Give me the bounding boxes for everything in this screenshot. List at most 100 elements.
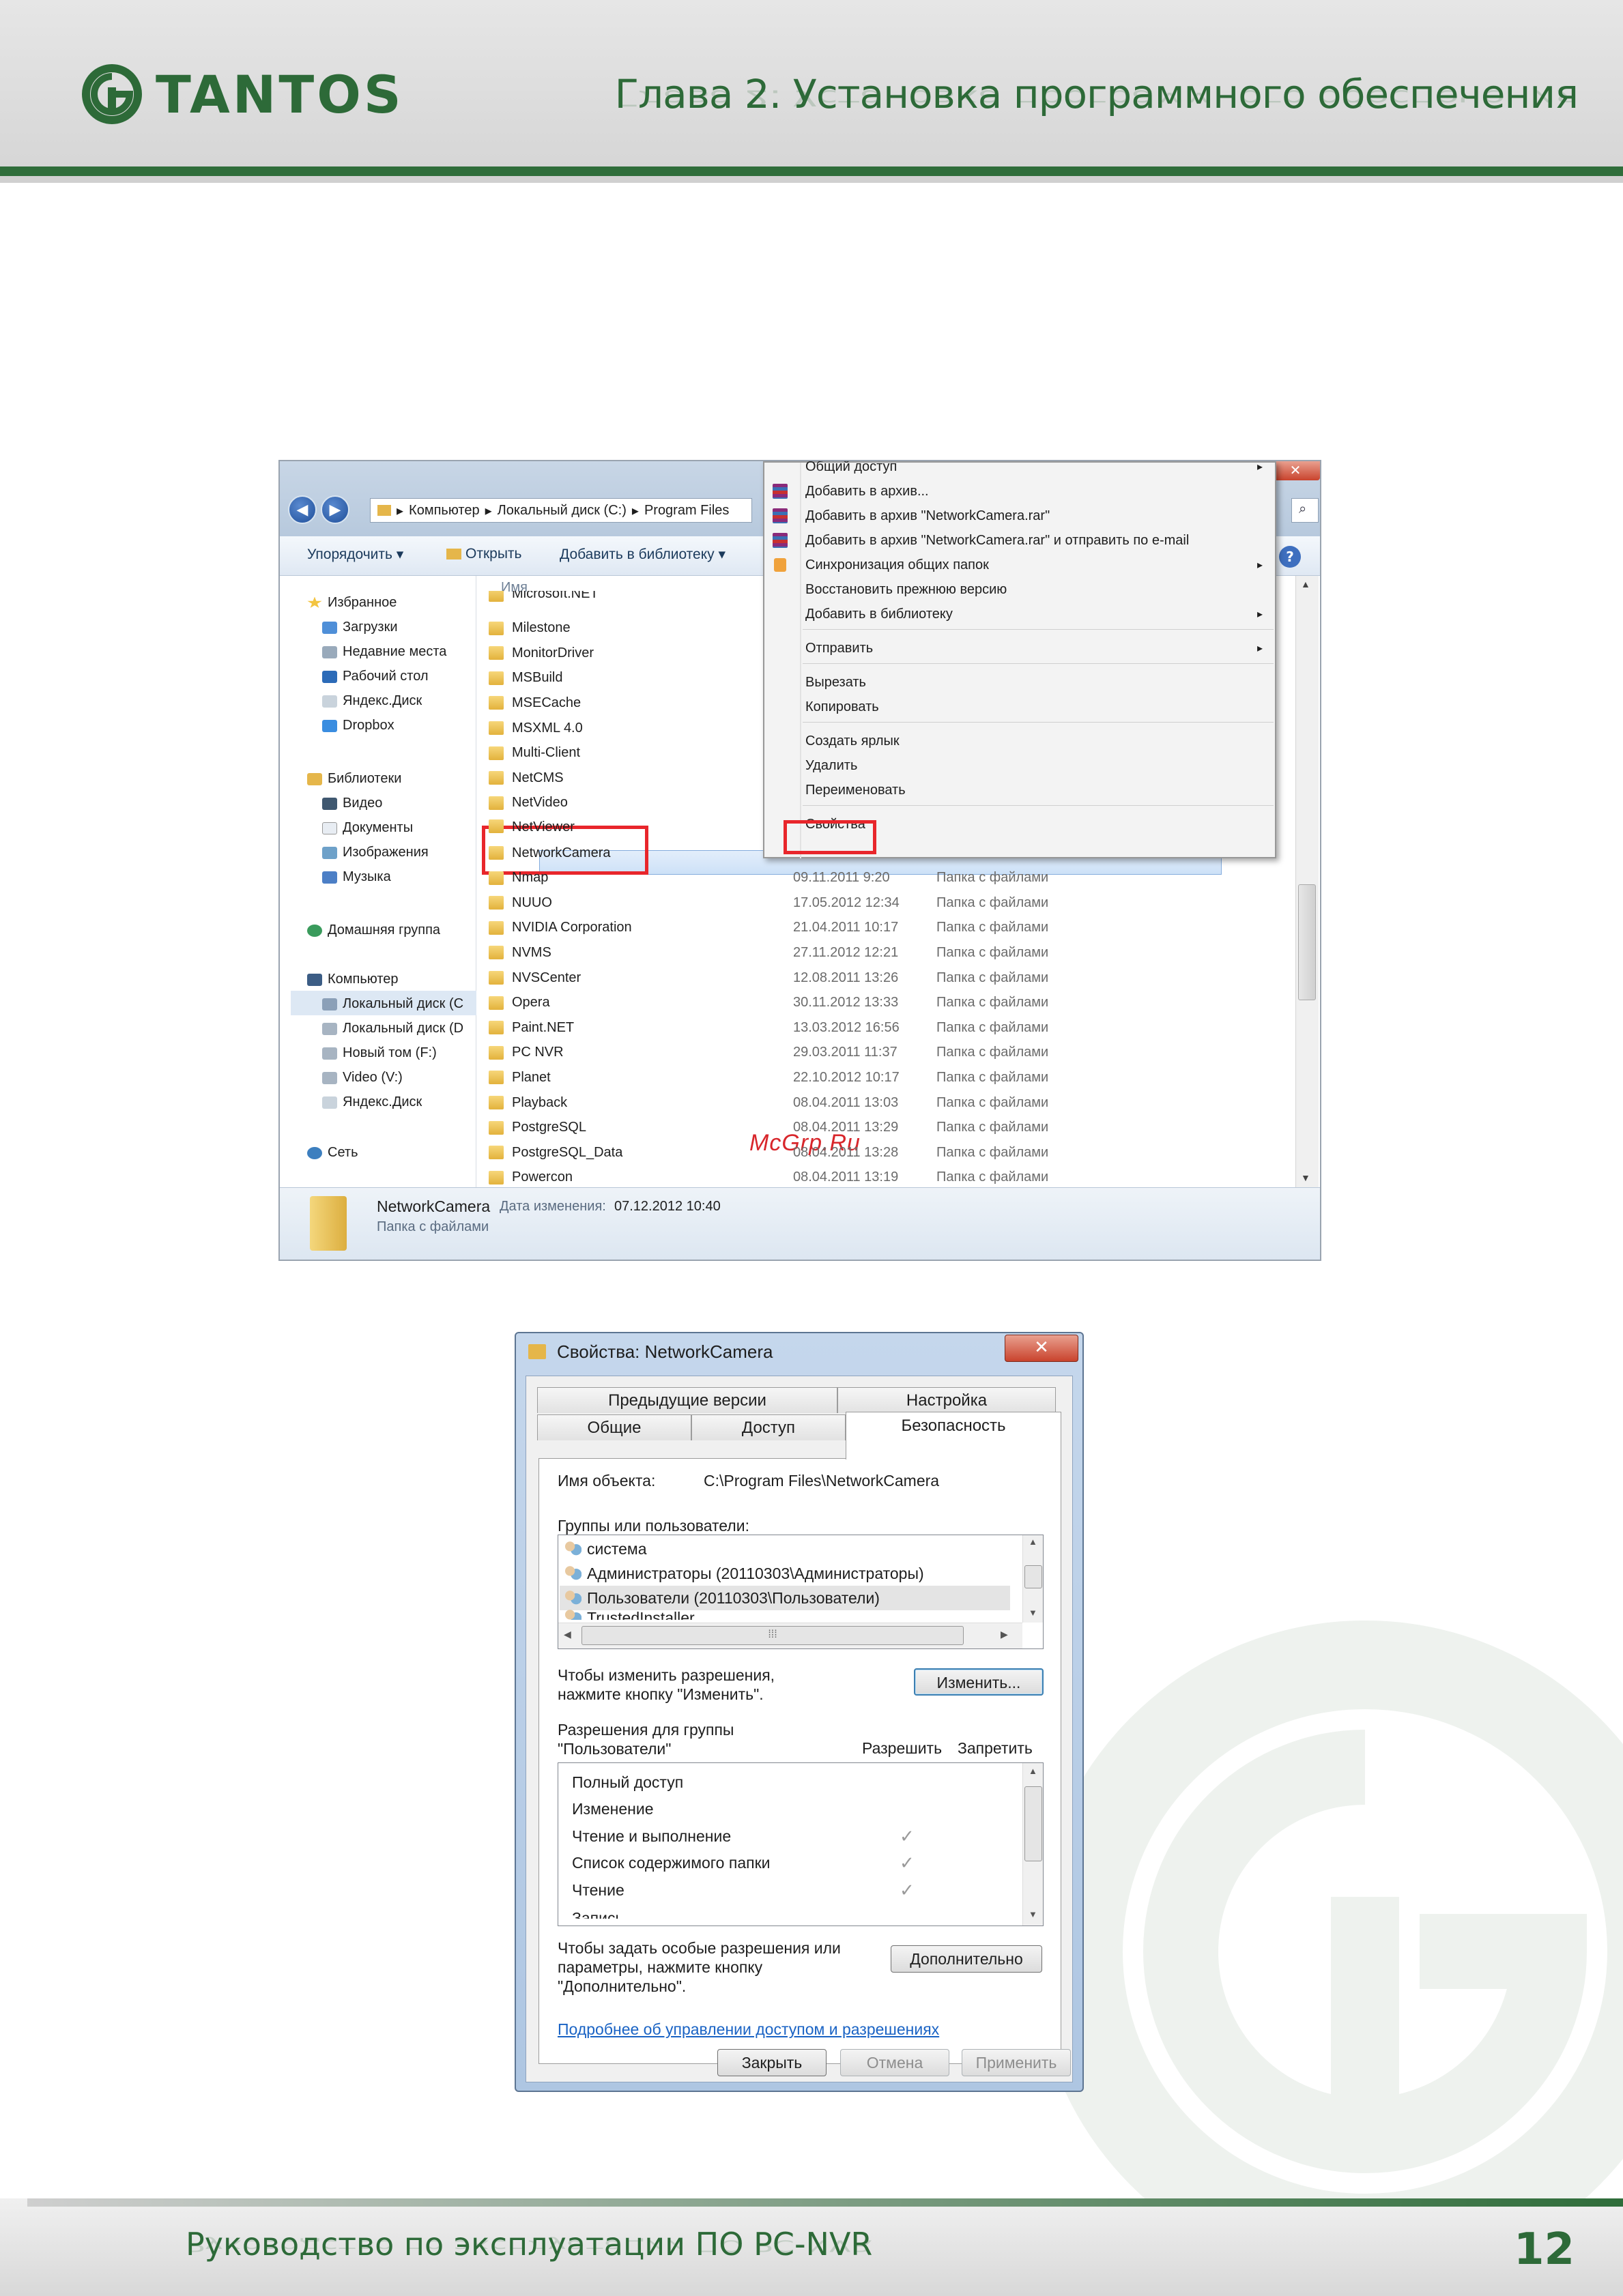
file-row[interactable]: Microsoft.NET — [489, 591, 1239, 602]
address-bar[interactable]: ▸ Компьютер ▸ Локальный диск (C:) ▸ Prog… — [370, 498, 752, 523]
allow-check-icon[interactable]: ✓ — [900, 1852, 915, 1874]
nav-disk-v[interactable]: Video (V:) — [322, 1070, 403, 1086]
tab-security[interactable]: Безопасность — [846, 1412, 1061, 1459]
file-row[interactable]: NVSCenter 12.08.2011 13:26 Папка с файлами — [489, 965, 1239, 990]
scroll-down-arrow-icon[interactable]: ▼ — [1029, 1909, 1037, 1919]
scroll-left-arrow-icon[interactable]: ◀ — [564, 1629, 571, 1640]
context-menu-item[interactable]: Добавить в архив "NetworkCamera.rar" — [764, 504, 1275, 528]
scroll-up-arrow-icon[interactable]: ▲ — [1029, 1766, 1037, 1776]
file-row[interactable]: MSBuild — [489, 666, 1239, 691]
breadcrumb-arrow-icon: ▸ — [397, 503, 404, 519]
users-vscrollbar[interactable]: ▲ ▼ — [1022, 1535, 1043, 1623]
nav-computer[interactable]: Компьютер — [307, 972, 399, 987]
file-row[interactable]: NetVideo — [489, 791, 1239, 815]
breadcrumb-disk-c[interactable]: Локальный диск (C:) — [498, 503, 627, 519]
nav-music[interactable]: Музыка — [322, 869, 391, 885]
users-listbox[interactable]: система Администраторы (20110303\Админис… — [558, 1535, 1044, 1649]
close-icon[interactable]: ✕ — [1005, 1335, 1078, 1362]
scroll-up-arrow-icon[interactable]: ▲ — [1029, 1537, 1037, 1547]
file-row[interactable]: Opera 30.11.2012 13:33 Папка с файлами — [489, 991, 1239, 1015]
search-input[interactable]: ⌕ — [1291, 498, 1319, 523]
back-arrow-icon[interactable]: ◀ — [288, 495, 317, 524]
file-row[interactable]: MSXML 4.0 — [489, 716, 1239, 740]
scrollbar-thumb[interactable] — [1024, 1565, 1042, 1588]
nav-network[interactable]: Сеть — [307, 1145, 358, 1161]
users-hscrollbar[interactable]: ◀ ⁞⁞⁞ ▶ — [558, 1623, 1022, 1648]
forward-arrow-icon[interactable]: ▶ — [321, 495, 349, 524]
close-button[interactable]: Закрыть — [717, 2049, 827, 2076]
file-row[interactable]: Powercon 08.04.2011 13:19 Папка с файлами — [489, 1165, 1239, 1190]
file-row[interactable]: NetCMS — [489, 766, 1239, 790]
file-row[interactable]: NUUO 17.05.2012 12:34 Папка с файлами — [489, 890, 1239, 915]
user-item-users[interactable]: Пользователи (20110303\Пользователи) — [564, 1586, 880, 1610]
allow-check-icon[interactable]: ✓ — [900, 1826, 915, 1847]
file-row[interactable]: NVMS 27.11.2012 12:21 Папка с файлами — [489, 940, 1239, 965]
file-row[interactable]: Playback 08.04.2011 13:03 Папка с файлами — [489, 1090, 1239, 1115]
cancel-button[interactable]: Отмена — [840, 2049, 949, 2076]
breadcrumb-program-files[interactable]: Program Files — [644, 503, 729, 519]
tab-settings[interactable]: Настройка — [837, 1387, 1056, 1413]
open-button[interactable]: Открыть — [446, 546, 521, 562]
file-row[interactable]: PostgreSQL 08.04.2011 13:29 Папка с файлам… — [489, 1116, 1239, 1140]
scroll-down-arrow-icon[interactable]: ▼ — [1029, 1608, 1037, 1618]
scroll-right-arrow-icon[interactable]: ▶ — [1001, 1629, 1008, 1640]
file-row[interactable]: Planet 22.10.2012 10:17 Папка с файлами — [489, 1065, 1239, 1090]
help-icon[interactable]: ? — [1279, 546, 1301, 568]
file-row[interactable]: MonitorDriver — [489, 641, 1239, 665]
user-item-admins[interactable]: Администраторы (20110303\Администраторы) — [564, 1561, 924, 1586]
nav-favorites[interactable]: Избранное — [307, 595, 397, 611]
nav-recent[interactable]: Недавние места — [322, 644, 446, 660]
close-window-button[interactable]: ✕ — [1271, 461, 1320, 480]
nav-video[interactable]: Видео — [322, 796, 382, 811]
file-row[interactable]: MSECache — [489, 691, 1239, 715]
file-row[interactable]: Milestone — [489, 616, 1239, 641]
allow-check-icon[interactable]: ✓ — [900, 1880, 915, 1901]
context-menu-item[interactable]: Синхронизация общих папок ▸ — [764, 553, 1275, 577]
scrollbar-thumb[interactable] — [1298, 884, 1316, 1000]
file-row[interactable]: Multi-Client — [489, 741, 1239, 766]
breadcrumb-computer[interactable]: Компьютер — [409, 503, 480, 519]
nav-yandex-disk[interactable]: Яндекс.Диск — [322, 693, 422, 709]
permissions-listbox[interactable]: Полный доступ Изменение Чтение и выполнени… — [558, 1762, 1044, 1926]
nav-downloads[interactable]: Загрузки — [322, 620, 398, 635]
scrollbar-thumb[interactable]: ⁞⁞⁞ — [581, 1626, 964, 1645]
tab-previous-versions[interactable]: Предыдущие версии — [537, 1387, 837, 1413]
nav-disk-c[interactable]: Локальный диск (C — [322, 996, 463, 1012]
file-row[interactable]: Paint.NET 13.03.2012 16:56 Папка с файлами — [489, 1015, 1239, 1040]
file-row[interactable]: PC NVR 29.03.2011 11:37 Папка с файлами — [489, 1041, 1239, 1065]
scroll-up-arrow-icon[interactable]: ▲ — [1301, 579, 1310, 590]
permissions-vscrollbar[interactable]: ▲ ▼ — [1022, 1763, 1043, 1926]
nav-libraries[interactable]: Библиотеки — [307, 771, 401, 787]
nav-desktop[interactable]: Рабочий стол — [322, 669, 429, 684]
file-row[interactable]: NVIDIA Corporation 21.04.2011 10:17 Папка … — [489, 916, 1239, 940]
user-item-trusted[interactable]: TrustedInstaller — [564, 1609, 695, 1620]
nav-dropbox[interactable]: Dropbox — [322, 718, 394, 733]
file-row[interactable]: PostgreSQL_Data 08.04.2011 13:28 Папка с ф… — [489, 1140, 1239, 1165]
folder-icon — [377, 505, 391, 516]
vertical-scrollbar[interactable] — [1295, 576, 1319, 1187]
nav-documents[interactable]: Документы — [322, 820, 413, 836]
user-item-system[interactable]: система — [564, 1537, 647, 1561]
tab-access[interactable]: Доступ — [691, 1414, 846, 1440]
apply-button[interactable]: Применить — [962, 2049, 1071, 2076]
nav-homegroup[interactable]: Домашняя группа — [307, 922, 440, 938]
advanced-button[interactable]: Дополнительно — [891, 1945, 1042, 1973]
context-menu-item[interactable]: Общий доступ ▸ — [764, 461, 1275, 479]
file-row[interactable]: NetViewer — [489, 815, 1239, 834]
organize-button[interactable]: Упорядочить ▾ — [307, 546, 403, 563]
nav-images[interactable]: Изображения — [322, 845, 429, 860]
file-row[interactable]: NetworkCamera — [489, 841, 1239, 865]
change-button[interactable]: Изменить... — [914, 1668, 1044, 1696]
scrollbar-thumb[interactable] — [1024, 1786, 1042, 1861]
context-menu-item[interactable]: Добавить в архив "NetworkCamera.rar" и о… — [764, 528, 1275, 553]
nav-disk-d[interactable]: Локальный диск (D — [322, 1021, 463, 1036]
nav-yandex-disk-2[interactable]: Яндекс.Диск — [322, 1094, 422, 1110]
context-menu-item[interactable]: Добавить в архив... — [764, 479, 1275, 504]
scroll-down-arrow-icon[interactable]: ▼ — [1301, 1172, 1310, 1183]
add-to-library-button[interactable]: Добавить в библиотеку ▾ — [560, 546, 726, 563]
tab-general[interactable]: Общие — [537, 1414, 691, 1440]
access-help-link[interactable]: Подробнее об управлении доступом и разре… — [558, 2020, 939, 2039]
file-row[interactable]: Nmap 09.11.2011 9:20 Папка с файлами — [489, 866, 1239, 890]
permission-name: Список содержимого папки — [572, 1854, 771, 1872]
nav-disk-f[interactable]: Новый том (F:) — [322, 1045, 437, 1061]
